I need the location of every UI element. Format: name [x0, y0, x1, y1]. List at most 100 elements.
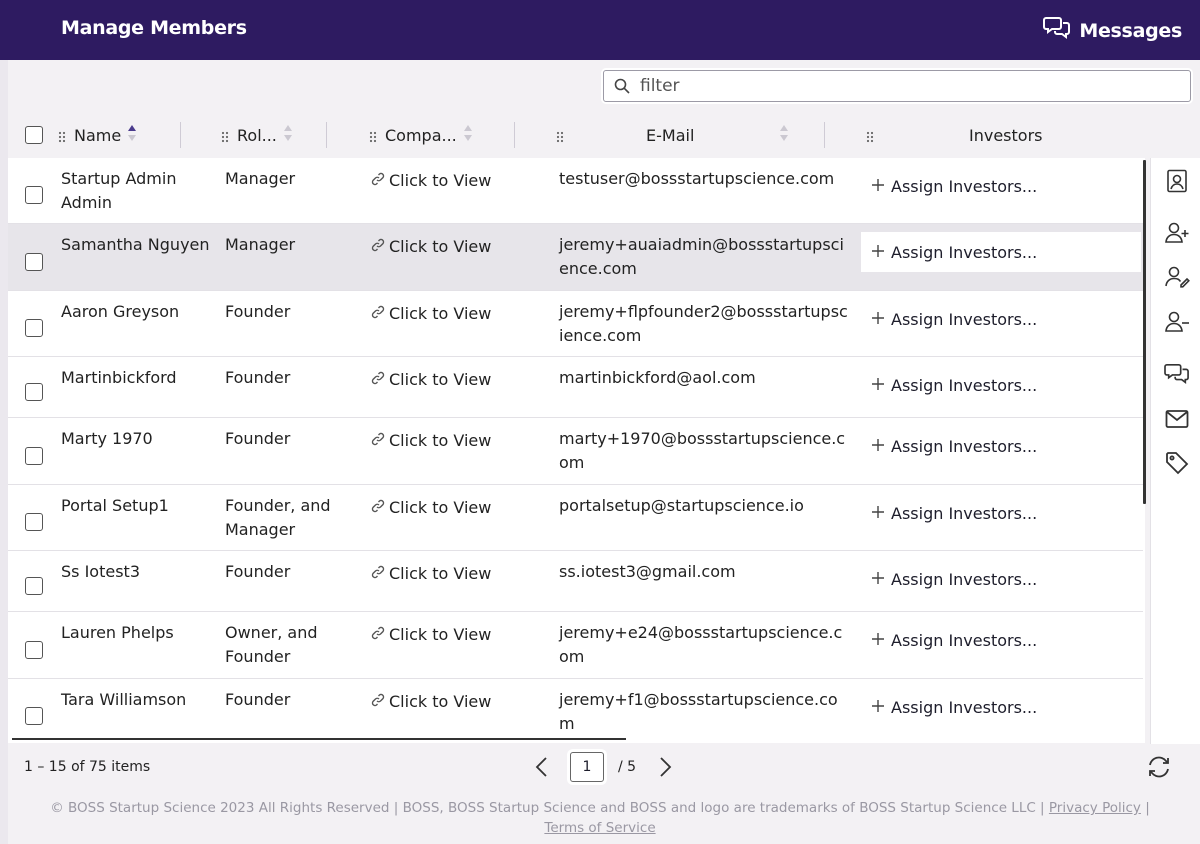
column-separator[interactable] [514, 122, 515, 148]
page-number-input[interactable]: 1 [570, 752, 604, 782]
table-row[interactable]: Ss Iotest3 Founder Click to View ss.iotest3… [8, 551, 1143, 612]
row-checkbox[interactable] [25, 319, 43, 337]
row-checkbox[interactable] [25, 447, 43, 465]
row-checkbox[interactable] [25, 513, 43, 531]
column-header-name[interactable]: Name [58, 112, 137, 158]
row-checkbox[interactable] [25, 641, 43, 659]
items-count: 1 – 15 of 75 items [24, 759, 151, 775]
horizontal-scrollbar[interactable] [12, 738, 626, 740]
member-name: Tara Williamson [61, 690, 187, 709]
edit-user-icon[interactable] [1164, 264, 1190, 290]
assign-investors-button[interactable]: Assign Investors... [861, 232, 1141, 272]
previous-page-icon[interactable] [534, 756, 550, 782]
row-checkbox[interactable] [25, 383, 43, 401]
company-link[interactable]: Click to View [371, 562, 491, 586]
company-link[interactable]: Click to View [371, 368, 491, 392]
refresh-icon[interactable] [1146, 755, 1172, 783]
company-link[interactable]: Click to View [371, 429, 491, 453]
row-checkbox[interactable] [25, 707, 43, 725]
column-email-sort[interactable] [773, 112, 789, 158]
member-name: Aaron Greyson [61, 302, 180, 321]
next-page-icon[interactable] [657, 756, 673, 782]
link-icon [371, 623, 385, 647]
table-row[interactable]: Martinbickford Founder Click to View martin… [8, 357, 1143, 418]
table-row[interactable]: Tara Williamson Founder Click to View jerem… [8, 679, 1143, 743]
drag-handle-icon[interactable] [58, 129, 68, 142]
company-link[interactable]: Click to View [371, 623, 491, 647]
column-separator[interactable] [326, 122, 327, 148]
select-all-cell [25, 112, 43, 158]
chat-icon[interactable] [1164, 361, 1190, 387]
column-label: E-Mail [646, 125, 695, 145]
assign-investors-button[interactable]: Assign Investors... [861, 166, 1141, 206]
add-user-icon[interactable] [1164, 220, 1190, 246]
company-link[interactable]: Click to View [371, 169, 491, 193]
column-header-role[interactable]: Rol... [221, 112, 293, 158]
column-separator[interactable] [180, 122, 181, 148]
member-email: jeremy+auaiadmin@bossstartupscience.com [559, 235, 844, 278]
member-email: jeremy+flpfounder2@bossstartupscience.co… [559, 302, 848, 345]
terms-of-service-link[interactable]: Terms of Service [544, 820, 655, 836]
table-row[interactable]: Startup Admin Admin Manager Click to View t… [8, 158, 1143, 224]
member-name: Startup Admin Admin [61, 169, 177, 212]
drag-handle-icon[interactable] [369, 129, 379, 142]
table-row[interactable]: Aaron Greyson Founder Click to View jeremy+… [8, 291, 1143, 357]
row-checkbox-cell [25, 186, 43, 211]
left-edge [0, 60, 8, 844]
assign-investors-button[interactable]: Assign Investors... [861, 299, 1141, 339]
tag-icon[interactable] [1164, 450, 1190, 476]
messages-button[interactable]: Messages [1043, 15, 1182, 46]
column-header-email-grip[interactable] [556, 112, 572, 158]
column-header-investors-grip[interactable] [866, 112, 882, 158]
drag-handle-icon[interactable] [221, 129, 231, 142]
table-row[interactable]: Marty 1970 Founder Click to View marty+1970… [8, 418, 1143, 485]
remove-user-icon[interactable] [1164, 309, 1190, 335]
select-all-checkbox[interactable] [25, 126, 43, 144]
filter-input[interactable] [640, 75, 1180, 97]
members-grid: Startup Admin Admin Manager Click to View t… [8, 158, 1145, 743]
plus-icon [871, 243, 885, 262]
company-link[interactable]: Click to View [371, 690, 491, 714]
assign-investors-button[interactable]: Assign Investors... [861, 687, 1141, 727]
company-link[interactable]: Click to View [371, 302, 491, 326]
column-header-email[interactable]: E-Mail [646, 112, 694, 158]
sort-icon[interactable] [463, 124, 473, 146]
drag-handle-icon[interactable] [866, 129, 876, 142]
row-checkbox[interactable] [25, 186, 43, 204]
contact-card-icon[interactable] [1164, 168, 1190, 194]
member-email: martinbickford@aol.com [559, 368, 756, 387]
table-row[interactable]: Samantha Nguyen Manager Click to View jerem… [8, 224, 1143, 291]
company-link-label: Click to View [389, 370, 492, 389]
company-link[interactable]: Click to View [371, 235, 491, 259]
assign-investors-button[interactable]: Assign Investors... [861, 493, 1141, 533]
privacy-policy-link[interactable]: Privacy Policy [1049, 800, 1141, 816]
footer-separator: | [1145, 800, 1150, 816]
assign-investors-label: Assign Investors... [891, 630, 1038, 650]
company-link-label: Click to View [389, 625, 492, 644]
column-separator[interactable] [824, 122, 825, 148]
vertical-scrollbar[interactable] [1143, 160, 1146, 504]
sort-icon[interactable] [283, 124, 293, 146]
assign-investors-label: Assign Investors... [891, 309, 1038, 329]
assign-investors-button[interactable]: Assign Investors... [861, 620, 1141, 660]
link-icon [371, 690, 385, 714]
assign-investors-label: Assign Investors... [891, 569, 1038, 589]
filter-box [603, 70, 1191, 102]
assign-investors-button[interactable]: Assign Investors... [861, 426, 1141, 466]
member-name: Marty 1970 [61, 429, 153, 448]
table-row[interactable]: Portal Setup1 Founder, and Manager Click t… [8, 485, 1143, 551]
drag-handle-icon[interactable] [556, 129, 566, 142]
sort-icon[interactable] [779, 124, 789, 146]
table-row[interactable]: Lauren Phelps Owner, and Founder Click to … [8, 612, 1143, 679]
assign-investors-button[interactable]: Assign Investors... [861, 559, 1141, 599]
company-link[interactable]: Click to View [371, 496, 491, 520]
column-header-company[interactable]: Compa... [369, 112, 473, 158]
column-header-investors[interactable]: Investors [969, 112, 1042, 158]
row-checkbox[interactable] [25, 577, 43, 595]
mail-icon[interactable] [1164, 406, 1190, 432]
sort-ascending-icon[interactable] [127, 124, 137, 146]
row-checkbox[interactable] [25, 253, 43, 271]
member-email: portalsetup@startupscience.io [559, 496, 804, 515]
assign-investors-button[interactable]: Assign Investors... [861, 365, 1141, 405]
assign-investors-label: Assign Investors... [891, 375, 1038, 395]
